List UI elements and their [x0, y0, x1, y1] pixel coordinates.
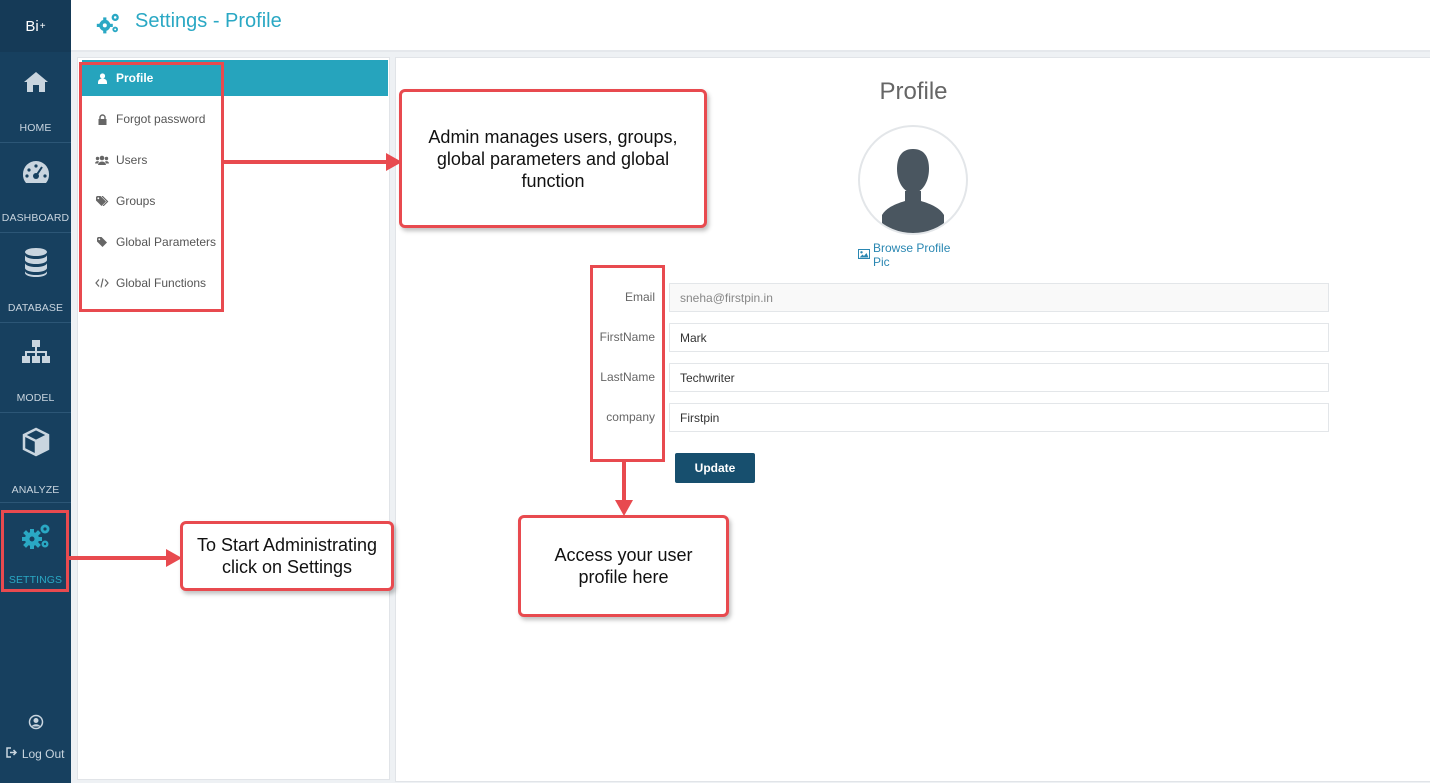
cube-icon: [0, 422, 71, 462]
nav-item-model[interactable]: MODEL: [0, 322, 71, 413]
browse-profile-pic-link[interactable]: Browse Profile Pic: [858, 241, 970, 269]
logout-button[interactable]: Log Out: [0, 747, 71, 761]
gears-icon: [95, 11, 121, 40]
database-icon: [0, 242, 71, 282]
page-title: Settings - Profile: [135, 10, 282, 32]
annotation-arrow-line: [224, 160, 394, 164]
nav-item-analyze[interactable]: ANALYZE: [0, 412, 71, 503]
sitemap-icon: [0, 332, 71, 372]
home-icon: [0, 62, 71, 102]
update-button[interactable]: Update: [675, 453, 755, 483]
brand-sup: +: [39, 20, 46, 32]
annotation-arrow-line: [622, 462, 626, 504]
dashboard-icon: [0, 152, 71, 192]
nav-label-analyze: ANALYZE: [11, 484, 60, 496]
annotation-admin-callout: Admin manages users, groups, global para…: [399, 89, 707, 228]
nav-item-database[interactable]: DATABASE: [0, 232, 71, 323]
main-nav: Bi + HOME DASHBOARD DATABASE MODEL ANALYZ…: [0, 0, 71, 783]
nav-label-model: MODEL: [16, 392, 55, 404]
nav-label-home: HOME: [19, 122, 52, 134]
email-field[interactable]: [669, 283, 1329, 312]
nav-label-dashboard: DASHBOARD: [1, 212, 70, 224]
annotation-highlight-settings-nav: [1, 510, 69, 592]
firstname-field[interactable]: [669, 323, 1329, 352]
lastname-field[interactable]: [669, 363, 1329, 392]
annotation-highlight-settings-menu: [79, 62, 224, 312]
annotation-settings-callout: To Start Administrating click on Setting…: [180, 521, 394, 591]
avatar-silhouette-icon: [882, 149, 944, 233]
user-account-button[interactable]: [0, 714, 71, 735]
nav-item-dashboard[interactable]: DASHBOARD: [0, 142, 71, 233]
annotation-highlight-profile-labels: [590, 265, 665, 462]
annotation-arrow-line: [69, 556, 173, 560]
user-circle-icon: [28, 714, 44, 734]
annotation-arrowhead-icon: [615, 500, 633, 516]
nav-item-home[interactable]: HOME: [0, 52, 71, 143]
avatar: [858, 125, 968, 235]
page-header: Settings - Profile: [71, 0, 1430, 52]
image-icon: [858, 248, 870, 262]
company-field[interactable]: [669, 403, 1329, 432]
browse-label: Browse Profile Pic: [873, 241, 951, 269]
sign-out-icon: [6, 747, 21, 761]
annotation-profile-callout: Access your user profile here: [518, 515, 729, 617]
logout-label: Log Out: [21, 747, 65, 761]
brand-text: Bi: [25, 17, 39, 35]
brand-logo[interactable]: Bi +: [0, 0, 71, 52]
nav-label-database: DATABASE: [7, 302, 64, 314]
